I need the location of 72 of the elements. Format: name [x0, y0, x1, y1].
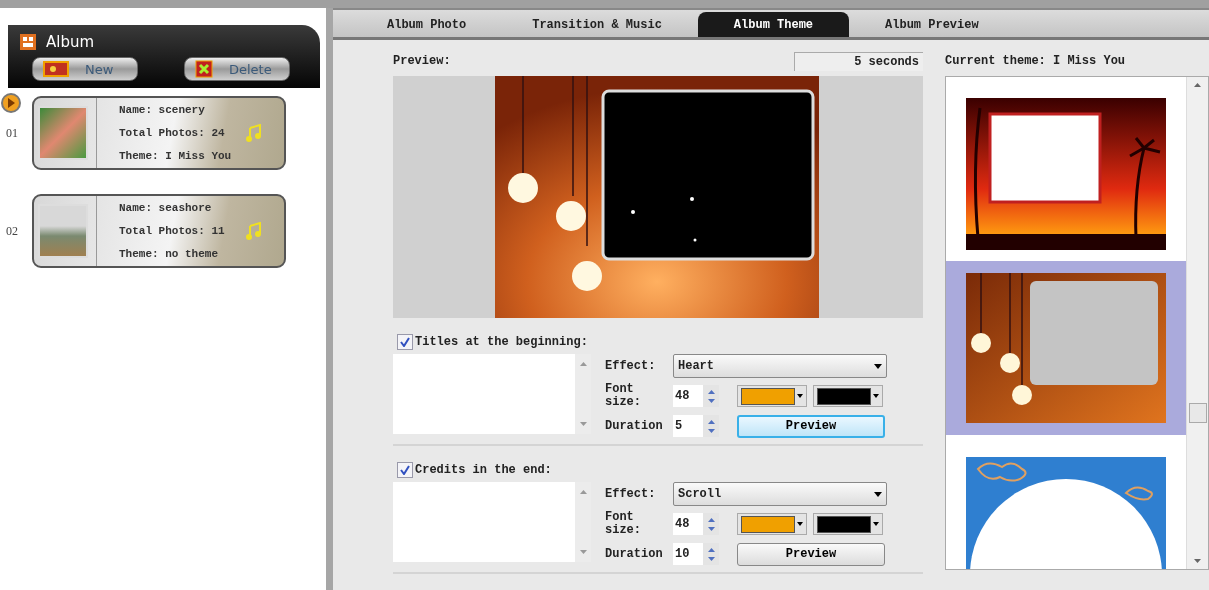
checkbox[interactable] — [397, 334, 413, 350]
photos-icon — [43, 61, 69, 77]
down-arrow-icon — [579, 422, 587, 426]
album-photo-count: Total Photos: 24 — [119, 127, 226, 139]
duration-spinner[interactable]: 5 — [673, 415, 719, 437]
scroll-thumb[interactable] — [1189, 403, 1207, 423]
duration-field: 5 seconds — [794, 51, 923, 71]
theme-thumbnail[interactable] — [946, 261, 1186, 435]
album-photo-count: Total Photos: 11 — [119, 225, 226, 237]
caret-icon — [874, 363, 882, 369]
caret-icon — [797, 522, 803, 526]
up-arrow-icon — [707, 389, 715, 394]
checkmark-icon — [400, 465, 410, 475]
down-arrow-icon — [1194, 559, 1201, 563]
checkbox-label: Credits in the end: — [415, 463, 552, 477]
caret-icon — [873, 522, 879, 526]
album-name: Name: seashore — [119, 201, 213, 214]
field-label: Duration — [605, 547, 664, 561]
duration-spinner[interactable]: 10 — [673, 543, 719, 565]
current-theme-label: Current theme: I Miss You — [945, 54, 1126, 68]
caret-icon — [873, 394, 879, 398]
music-note-icon — [246, 124, 262, 142]
panel-title: Album — [46, 33, 95, 51]
down-arrow-icon — [707, 556, 715, 561]
field-label: Effect: — [605, 487, 657, 501]
tab[interactable]: Album Preview — [855, 12, 1009, 37]
music-note-icon — [246, 222, 262, 240]
album-card[interactable]: Name: seashore Total Photos: 11 Theme: no theme — [32, 194, 286, 268]
up-arrow-icon — [1194, 83, 1201, 87]
tab[interactable]: Transition & Music — [502, 12, 692, 37]
preview-button[interactable]: Preview — [737, 542, 885, 566]
photo-placeholder — [38, 106, 88, 160]
checkbox[interactable] — [397, 462, 413, 478]
album-number: 02 — [6, 223, 19, 239]
color-picker[interactable] — [737, 513, 807, 535]
color-picker[interactable] — [813, 385, 883, 407]
field-label: Font size: — [605, 383, 642, 409]
font-size-spinner[interactable]: 48 — [673, 385, 719, 407]
up-arrow-icon — [707, 517, 715, 522]
album-theme: Theme: no theme — [119, 248, 220, 261]
delete-icon — [195, 60, 213, 78]
field-label: Duration — [605, 419, 664, 433]
up-arrow-icon — [579, 490, 587, 494]
font-size-spinner[interactable]: 48 — [673, 513, 719, 535]
caret-icon — [797, 394, 803, 398]
effect-dropdown[interactable]: Heart — [673, 354, 887, 378]
preview-label: Preview: — [393, 54, 451, 68]
album-name: Name: scenery — [119, 103, 206, 116]
up-arrow-icon — [579, 362, 587, 366]
down-arrow-icon — [707, 398, 715, 403]
down-arrow-icon — [707, 428, 715, 433]
scrollbar[interactable] — [1186, 77, 1208, 569]
album-number: 01 — [6, 125, 19, 141]
color-picker[interactable] — [737, 385, 807, 407]
album-theme: Theme: I Miss You — [119, 150, 233, 163]
up-arrow-icon — [707, 419, 715, 424]
album-card[interactable]: Name: scenery Total Photos: 24 Theme: I Miss You — [32, 96, 286, 170]
field-label: Effect: — [605, 359, 657, 373]
preview-button[interactable]: Preview — [737, 414, 885, 438]
field-label: Font size: — [605, 511, 642, 537]
checkbox-label: Titles at the beginning: — [415, 335, 588, 349]
caret-icon — [874, 491, 882, 497]
checkmark-icon — [400, 337, 410, 347]
down-arrow-icon — [707, 526, 715, 531]
tab[interactable]: Album Photo — [357, 12, 497, 37]
color-picker[interactable] — [813, 513, 883, 535]
down-arrow-icon — [579, 550, 587, 554]
effect-dropdown[interactable]: Scroll — [673, 482, 887, 506]
photo-placeholder — [38, 204, 88, 258]
album-icon — [20, 34, 36, 50]
tab[interactable]: Album Theme — [697, 12, 850, 37]
up-arrow-icon — [707, 547, 715, 552]
